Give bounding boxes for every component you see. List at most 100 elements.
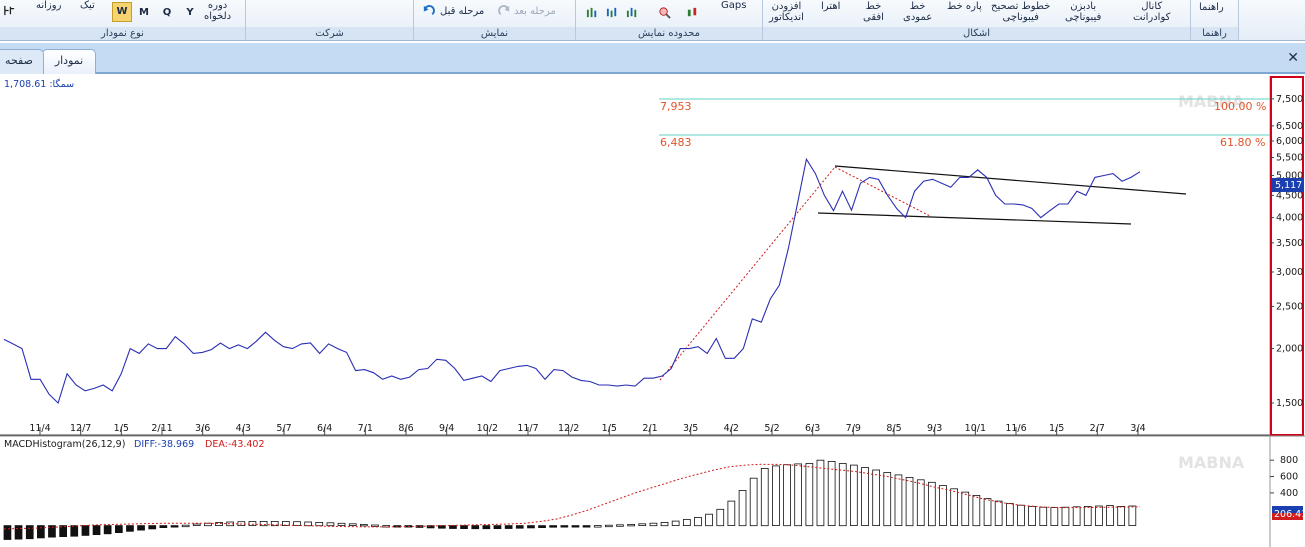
macd-bar: [192, 523, 201, 527]
fib-trend-dashed-2[interactable]: [834, 166, 931, 217]
macd-bar: [683, 519, 691, 526]
close-icon[interactable]: ✕: [1287, 50, 1299, 66]
macd-bar: [1072, 506, 1081, 526]
macd-bar: [148, 525, 157, 530]
vline-label-2: عمودی: [903, 12, 933, 23]
macd-bar: [1061, 506, 1070, 527]
macd-bar: [939, 485, 947, 526]
macd-bar: [616, 524, 624, 527]
macd-bar: [738, 490, 747, 527]
bars-icon-3[interactable]: [586, 6, 599, 19]
macd-bar: [126, 525, 134, 532]
macd-bar: [1039, 506, 1048, 527]
custom-period-button[interactable]: دوره دلخواه: [204, 0, 231, 22]
macd-bar: [460, 525, 468, 530]
macd-bar: [137, 525, 145, 531]
price-xtick-label: 8/6: [398, 423, 413, 434]
price-xtick-label: 5/7: [276, 423, 291, 434]
macd-bar: [772, 465, 780, 526]
channel-label-2: کوادرانت: [1133, 12, 1171, 23]
macd-bar: [861, 467, 869, 526]
price-xtick-label: 3/5: [683, 423, 698, 434]
macd-bar: [894, 474, 903, 526]
tab-chart[interactable]: نمودار: [42, 49, 96, 74]
macd-bar: [482, 525, 491, 530]
chart-type-icon[interactable]: [3, 4, 16, 17]
help-button[interactable]: راهنما: [1199, 2, 1224, 13]
segment-line-button[interactable]: پاره خط: [947, 1, 982, 12]
fibonacci-arcs-button[interactable]: اهترا: [821, 1, 840, 12]
channel-upper-line[interactable]: [834, 165, 1187, 195]
macd-dea: DEA:-43.402: [205, 439, 265, 450]
ribbon-group-caption-company: شرکت: [246, 27, 413, 40]
index-info-label: سمگا: 1,708.61: [4, 78, 74, 90]
vertical-line-button[interactable]: خط عمودی: [903, 1, 932, 23]
price-xtick-label: 1/5: [602, 423, 617, 434]
fib-618-pct: 61.80 %: [1220, 136, 1265, 149]
macd-bar: [1117, 505, 1125, 526]
fib-618-value: 6,483: [660, 136, 692, 149]
channel-lower-line[interactable]: [817, 212, 1132, 225]
macd-bar: [838, 463, 847, 527]
fibonacci-retracement-button[interactable]: خطوط تصحیح فیبوناچی: [991, 1, 1050, 23]
macd-bar: [794, 463, 803, 527]
macd-title: MACDHistogram(26,12,9): [4, 439, 125, 450]
price-ytick-label: 2,000: [1276, 344, 1303, 355]
fibonacci-fan-button[interactable]: بادبزن فیبوناچی: [1065, 1, 1101, 23]
ribbon-group-caption-display-range: محدوده نمایش: [576, 27, 762, 40]
vline-label-1: خط: [909, 1, 926, 12]
macd-bar: [983, 498, 992, 527]
week-button[interactable]: W: [112, 2, 132, 22]
macd-bar: [359, 523, 368, 527]
macd-bar: [916, 479, 925, 526]
macd-bar: [115, 525, 123, 534]
macd-bar: [749, 477, 758, 527]
macd-bar: [337, 522, 346, 526]
price-xtick-label: 9/4: [439, 423, 454, 434]
macd-bar: [504, 525, 513, 529]
macd-bar: [582, 525, 591, 528]
tick-button[interactable]: تیک: [80, 0, 95, 11]
macd-bar: [92, 525, 101, 536]
quarter-button[interactable]: Q: [160, 5, 174, 21]
watermark-bottom: MABNA: [1178, 453, 1245, 472]
custom-period-label-2: دلخواه: [204, 11, 232, 22]
macd-bar: [816, 459, 825, 527]
price-ytick-label: 4,500: [1276, 190, 1303, 201]
next-step-button[interactable]: مرحله بعد: [514, 6, 556, 17]
zoom-icon[interactable]: [658, 6, 671, 19]
tab-page[interactable]: صفحه: [0, 49, 44, 74]
daily-button[interactable]: روزانه: [36, 0, 61, 11]
prev-step-button[interactable]: مرحله قبل: [440, 6, 484, 17]
year-button[interactable]: Y: [183, 5, 197, 21]
add-indicator-button[interactable]: افزودن اندیکاتور: [769, 1, 804, 23]
chart-area[interactable]: سمگا: 1,708.61 MABNA 7,953 100.00 % 6,48…: [0, 76, 1305, 547]
ribbon-group-help: راهنما راهنما: [1191, 0, 1239, 40]
price-y-ticks: 1,5002,0002,5003,0003,5004,0004,5005,000…: [1270, 94, 1303, 409]
price-ytick-label: 4,000: [1276, 213, 1303, 224]
fib-trend-dashed-1[interactable]: [659, 166, 836, 381]
channel-quadrant-button[interactable]: کانال کوادرانت: [1133, 1, 1170, 23]
price-xtick-label: 5/2: [764, 423, 779, 434]
macd-bar: [872, 469, 881, 526]
ribbon-group-caption-help: راهنما: [1191, 27, 1238, 40]
price-x-ticks: 11/4 12/7 1/5 2/11 3/6 4/3 5/7 6/4 7/1 8/6 9/4 10/2…: [29, 423, 1146, 435]
price-xtick-label: 3/4: [1130, 423, 1145, 434]
price-xtick-label: 8/5: [886, 423, 901, 434]
fib-retrace-label-2: فیبوناچی: [1002, 12, 1039, 23]
month-button[interactable]: M: [137, 5, 151, 21]
ribbon-group-caption-display: نمایش: [414, 27, 575, 40]
price-xtick-label: 6/3: [805, 423, 820, 434]
redo-icon: [498, 5, 510, 16]
gaps-button[interactable]: Gaps: [721, 0, 746, 11]
macd-bar: [560, 525, 569, 528]
horizontal-line-button[interactable]: خط افقی: [863, 1, 884, 23]
macd-y-ticks: 400 600 800: [1270, 455, 1298, 499]
price-series-line: [3, 157, 1141, 405]
macd-ytick-label: 800: [1280, 455, 1298, 466]
macd-current-label: 206.41: [1274, 509, 1305, 520]
candles-icon[interactable]: [686, 6, 699, 19]
bars-icon-1[interactable]: [626, 6, 639, 19]
ribbon-group-display-range: Gaps محدوده نمایش: [576, 0, 763, 40]
bars-icon-2[interactable]: [606, 6, 619, 19]
